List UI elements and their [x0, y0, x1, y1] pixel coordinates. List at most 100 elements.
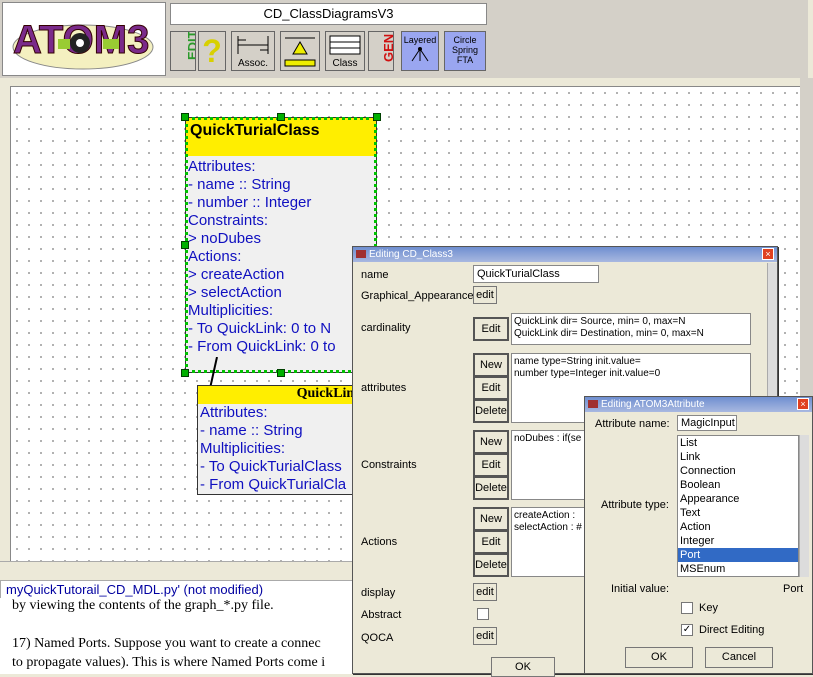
help-icon: ? [202, 33, 222, 69]
app-icon [588, 400, 598, 408]
actions-new-button[interactable]: New [473, 507, 509, 531]
attribute-name-label: Attribute name: [595, 418, 670, 430]
actions-label: Actions [361, 536, 398, 548]
edit-button[interactable]: EDIT [170, 30, 200, 71]
qoca-edit-button[interactable]: edit [473, 627, 497, 645]
cardinality-text[interactable]: QuickLink dir= Source, min= 0, max=N Qui… [511, 313, 751, 345]
actions-edit-button[interactable]: Edit [473, 530, 509, 554]
link-box-line: Multiplicities: [200, 440, 286, 457]
type-option[interactable]: MSEnum [678, 562, 798, 576]
close-icon[interactable]: × [762, 248, 774, 260]
resize-handle[interactable] [277, 113, 285, 121]
link-box-body: Attributes: - name :: String Multiplicit… [198, 404, 366, 494]
type-option[interactable]: List [678, 436, 798, 450]
type-option[interactable]: Link [678, 450, 798, 464]
link-box-line: - name :: String [200, 422, 303, 439]
model-name-field: CD_ClassDiagramsV3 [170, 3, 487, 25]
type-option[interactable]: Appearance [678, 492, 798, 506]
graphical-appearance-label: Graphical_Appearance [361, 290, 474, 302]
doc-line: 17) Named Ports. Suppose you want to cre… [12, 636, 321, 651]
link-box[interactable]: QuickLink Attributes: - name :: String M… [197, 385, 367, 495]
class-icon [329, 35, 361, 55]
type-option[interactable]: Boolean [678, 478, 798, 492]
edit-class-dialog-titlebar: Editing CD_Class3 × [353, 247, 777, 262]
circle-spring-fta-button[interactable]: Circle Spring FTA [444, 31, 486, 71]
attribute-type-label: Attribute type: [601, 499, 669, 511]
type-option-selected[interactable]: Port [678, 548, 798, 562]
resize-handle[interactable] [181, 241, 189, 249]
class-label: Class [332, 58, 358, 69]
layered-button[interactable]: Layered [401, 31, 439, 71]
key-checkbox[interactable] [681, 602, 693, 614]
graphical-edit-button[interactable]: edit [473, 286, 497, 304]
link-box-name: QuickLink [198, 386, 366, 404]
type-option[interactable]: Connection [678, 464, 798, 478]
key-label: Key [699, 602, 718, 614]
resize-handle[interactable] [373, 113, 381, 121]
atom3-logo-graphic: ATOM3 [12, 18, 154, 70]
constraints-new-button[interactable]: New [473, 430, 509, 454]
attributes-delete-button[interactable]: Delete [473, 399, 509, 423]
attribute-line: name type=String init.value= [514, 356, 641, 367]
class-button[interactable]: Class [325, 31, 365, 71]
selection-outline [185, 117, 377, 373]
doc-line: to propagate values). This is where Name… [12, 655, 326, 670]
attributes-edit-button[interactable]: Edit [473, 376, 509, 400]
assoc-button[interactable]: Assoc. [231, 31, 275, 71]
attribute-ok-button[interactable]: OK [625, 647, 693, 668]
type-list-scrollbar[interactable] [799, 435, 809, 577]
qoca-label: QOCA [361, 632, 394, 644]
toolbar: ATOM3 CD_ClassDiagramsV3 EDIT ? Assoc. C… [0, 0, 808, 78]
cardinality-line: QuickLink dir= Source, min= 0, max=N [514, 316, 686, 327]
link-box-line: - From QuickTurialCla [200, 476, 347, 493]
attribute-name-field[interactable]: MagicInput [677, 415, 737, 431]
assoc-icon [237, 36, 269, 54]
type-option[interactable]: Integer [678, 534, 798, 548]
constraints-edit-button[interactable]: Edit [473, 453, 509, 477]
cardinality-edit-button[interactable]: Edit [473, 317, 509, 341]
inheritance-icon [284, 37, 316, 67]
constraints-label: Constraints [361, 459, 417, 471]
direct-editing-checkbox[interactable]: ✓ [681, 624, 693, 636]
close-icon[interactable]: × [797, 398, 809, 410]
abstract-label: Abstract [361, 609, 402, 621]
layered-icon [411, 47, 429, 62]
svg-text:EDIT: EDIT [185, 32, 195, 60]
constraints-delete-button[interactable]: Delete [473, 476, 509, 500]
circle-spring-fta-label: Circle Spring FTA [451, 35, 478, 65]
link-box-line: Attributes: [200, 404, 268, 421]
type-option[interactable]: Action [678, 520, 798, 534]
resize-handle[interactable] [181, 369, 189, 377]
edit-attribute-dialog-titlebar: Editing ATOM3Attribute × [585, 397, 812, 412]
type-option[interactable]: Text [678, 506, 798, 520]
cardinality-label: cardinality [361, 322, 411, 334]
initial-value-label: Initial value: [611, 583, 670, 595]
display-label: display [361, 587, 396, 599]
ok-button[interactable]: OK [491, 657, 555, 677]
actions-delete-button[interactable]: Delete [473, 553, 509, 577]
attributes-label: attributes [361, 382, 407, 394]
name-label: name [361, 269, 389, 281]
resize-handle[interactable] [181, 113, 189, 121]
attribute-type-list[interactable]: List Link Connection Boolean Appearance … [677, 435, 799, 577]
attributes-new-button[interactable]: New [473, 353, 509, 377]
edit-attribute-dialog-title: Editing ATOM3Attribute [601, 399, 705, 410]
assoc-label: Assoc. [237, 58, 268, 69]
doc-line: by viewing the contents of the graph_*.p… [12, 598, 274, 613]
atom3-logo: ATOM3 [2, 2, 166, 76]
resize-handle[interactable] [277, 369, 285, 377]
name-field[interactable]: QuickTurialClass [473, 265, 599, 283]
app-icon [356, 250, 366, 258]
direct-editing-label: Direct Editing [699, 624, 765, 636]
cardinality-line: QuickLink dir= Destination, min= 0, max=… [514, 328, 704, 339]
inheritance-button[interactable] [280, 31, 320, 71]
layered-label: Layered [403, 35, 437, 45]
link-box-line: - To QuickTurialClass [200, 458, 342, 475]
display-edit-button[interactable]: edit [473, 583, 497, 601]
gen-button[interactable]: GEN [368, 31, 396, 71]
edit-attribute-dialog: Editing ATOM3Attribute × Attribute name:… [584, 396, 813, 674]
attribute-cancel-button[interactable]: Cancel [705, 647, 773, 668]
abstract-checkbox[interactable] [477, 608, 489, 620]
initial-value: Port [783, 583, 804, 595]
help-button[interactable]: ? [198, 31, 226, 71]
